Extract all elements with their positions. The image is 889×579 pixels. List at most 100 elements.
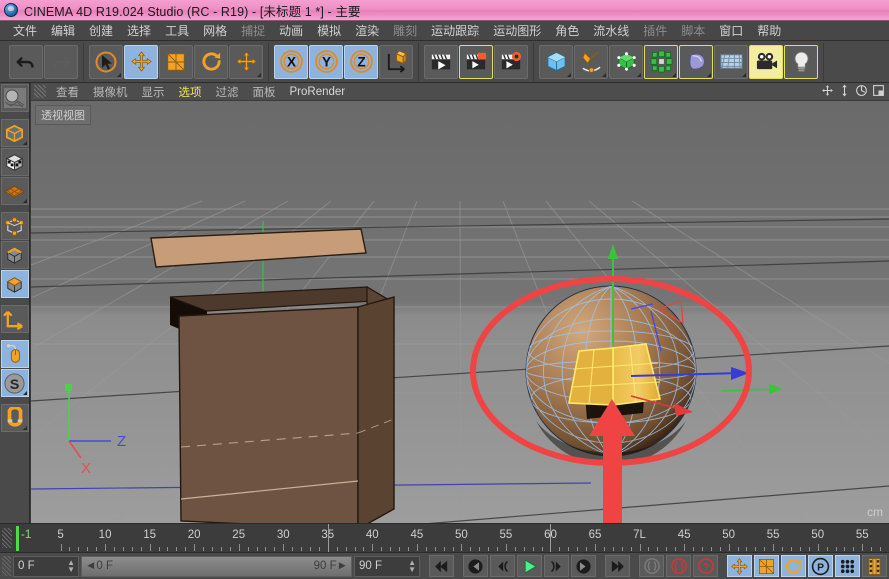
menu-item-16[interactable]: 脚本 <box>674 21 712 40</box>
pan-view-icon[interactable] <box>821 84 834 100</box>
camera-icon[interactable] <box>749 45 783 79</box>
dropdown-corner[interactable] <box>23 141 27 145</box>
menu-item-6[interactable]: 捕捉 <box>234 21 272 40</box>
record-keyframe-icon[interactable] <box>666 555 691 577</box>
dropdown-corner[interactable] <box>23 391 27 395</box>
rotate-tool-icon[interactable] <box>194 45 228 79</box>
menu-item-12[interactable]: 运动图形 <box>486 21 548 40</box>
undo-icon[interactable] <box>9 45 43 79</box>
current-frame-field[interactable]: 0 F▲▼ <box>13 556 79 577</box>
prev-frame-icon[interactable] <box>490 555 515 577</box>
cube-primitive-icon[interactable] <box>539 45 573 79</box>
viewport-menu-4[interactable]: 过滤 <box>209 84 246 100</box>
bottom-bar-grip[interactable] <box>2 556 11 576</box>
menu-item-14[interactable]: 流水线 <box>586 21 636 40</box>
dropdown-corner[interactable] <box>567 73 571 77</box>
move-tool-icon[interactable] <box>124 45 158 79</box>
make-editable-icon[interactable] <box>1 119 29 147</box>
key-parameter-icon[interactable]: P <box>808 555 833 577</box>
timeline-playhead[interactable] <box>550 524 551 552</box>
viewport-menu-0[interactable]: 查看 <box>49 84 86 100</box>
snap-enable-icon[interactable]: S <box>1 369 29 397</box>
range-right-arrow[interactable]: ► <box>337 560 348 572</box>
live-selection-icon[interactable] <box>89 45 123 79</box>
spline-pen-icon[interactable] <box>574 45 608 79</box>
orbit-view-icon[interactable] <box>855 84 868 100</box>
dropdown-corner[interactable] <box>117 73 121 77</box>
axis-y-lock-icon[interactable]: Y <box>309 45 343 79</box>
selected-cone-segment[interactable] <box>569 344 660 405</box>
dropdown-corner[interactable] <box>672 73 676 77</box>
dolly-view-icon[interactable] <box>838 84 851 100</box>
menu-item-15[interactable]: 插件 <box>636 21 674 40</box>
viewport-3d-canvas[interactable]: Z X <box>31 101 889 523</box>
timeline-playhead[interactable] <box>328 524 329 552</box>
scene-floor-icon[interactable] <box>714 45 748 79</box>
edge-mode-icon[interactable] <box>1 241 29 269</box>
menu-item-3[interactable]: 选择 <box>120 21 158 40</box>
next-keyframe-icon[interactable] <box>571 555 596 577</box>
point-mode-icon[interactable] <box>1 212 29 240</box>
dropdown-corner[interactable] <box>742 73 746 77</box>
render-preview-icon[interactable] <box>1 84 29 112</box>
timeline-ruler[interactable]: -151015202530354045505560657L4550555055 <box>0 523 889 552</box>
axis-mode-icon[interactable] <box>1 305 29 333</box>
menu-item-8[interactable]: 模拟 <box>310 21 348 40</box>
menu-item-5[interactable]: 网格 <box>196 21 234 40</box>
axis-z-lock-icon[interactable]: Z <box>344 45 378 79</box>
dropdown-corner[interactable] <box>707 73 711 77</box>
timeline-grip[interactable] <box>2 528 12 548</box>
render-view-icon[interactable] <box>424 45 458 79</box>
menu-item-11[interactable]: 运动跟踪 <box>424 21 486 40</box>
dropdown-corner[interactable] <box>602 73 606 77</box>
menu-item-7[interactable]: 动画 <box>272 21 310 40</box>
menu-item-1[interactable]: 编辑 <box>44 21 82 40</box>
viewport-menu-1[interactable]: 摄像机 <box>86 84 135 100</box>
current-frame-field-stepper[interactable]: ▲▼ <box>67 559 75 573</box>
keyframe-selection-icon[interactable]: ? <box>693 555 718 577</box>
play-icon[interactable] <box>517 555 542 577</box>
generator-nurbs-icon[interactable] <box>609 45 643 79</box>
menu-item-0[interactable]: 文件 <box>6 21 44 40</box>
deformer-icon[interactable] <box>644 45 678 79</box>
viewport-menu-6[interactable]: ProRender <box>283 86 353 98</box>
end-frame-field[interactable]: 90 F▲▼ <box>354 556 420 577</box>
key-position-icon[interactable] <box>727 555 752 577</box>
viewport-menu-2[interactable]: 显示 <box>135 84 172 100</box>
axis-x-lock-icon[interactable]: X <box>274 45 308 79</box>
render-region-icon[interactable] <box>459 45 493 79</box>
go-to-start-icon[interactable] <box>429 555 454 577</box>
range-left-arrow[interactable]: ◄ <box>85 560 96 572</box>
dropdown-corner[interactable] <box>23 426 27 430</box>
polygon-mode-icon[interactable] <box>1 270 29 298</box>
viewport-solo-mouse-icon[interactable] <box>1 340 29 368</box>
maximize-view-icon[interactable] <box>872 84 885 100</box>
end-frame-field-stepper[interactable]: ▲▼ <box>408 559 416 573</box>
key-point-level-icon[interactable] <box>835 555 860 577</box>
timeline-start-marker[interactable] <box>16 526 19 551</box>
frame-range-slider[interactable]: ◄ 0 F90 F ► <box>81 556 352 577</box>
viewport-menu-3[interactable]: 选项 <box>172 84 209 100</box>
viewport-menu-5[interactable]: 面板 <box>246 84 283 100</box>
cardboard-box[interactable] <box>170 287 394 523</box>
key-rotation-icon[interactable] <box>781 555 806 577</box>
menu-item-13[interactable]: 角色 <box>548 21 586 40</box>
dropdown-corner[interactable] <box>637 73 641 77</box>
render-settings-icon[interactable] <box>494 45 528 79</box>
menu-item-17[interactable]: 窗口 <box>712 21 750 40</box>
menu-item-10[interactable]: 雕刻 <box>386 21 424 40</box>
go-to-end-icon[interactable] <box>605 555 630 577</box>
menu-item-2[interactable]: 创建 <box>82 21 120 40</box>
menu-item-18[interactable]: 帮助 <box>750 21 788 40</box>
light-icon[interactable] <box>784 45 818 79</box>
move-alt-icon[interactable] <box>229 45 263 79</box>
filmstrip-icon[interactable] <box>862 555 887 577</box>
world-object-coordinate-icon[interactable] <box>379 45 413 79</box>
next-frame-icon[interactable] <box>544 555 569 577</box>
magnet-tool-icon[interactable] <box>1 404 29 432</box>
autokey-icon[interactable] <box>639 555 664 577</box>
texture-mode-icon[interactable] <box>1 148 29 176</box>
mograph-icon[interactable] <box>679 45 713 79</box>
key-scale-icon[interactable] <box>754 555 779 577</box>
scale-tool-icon[interactable] <box>159 45 193 79</box>
